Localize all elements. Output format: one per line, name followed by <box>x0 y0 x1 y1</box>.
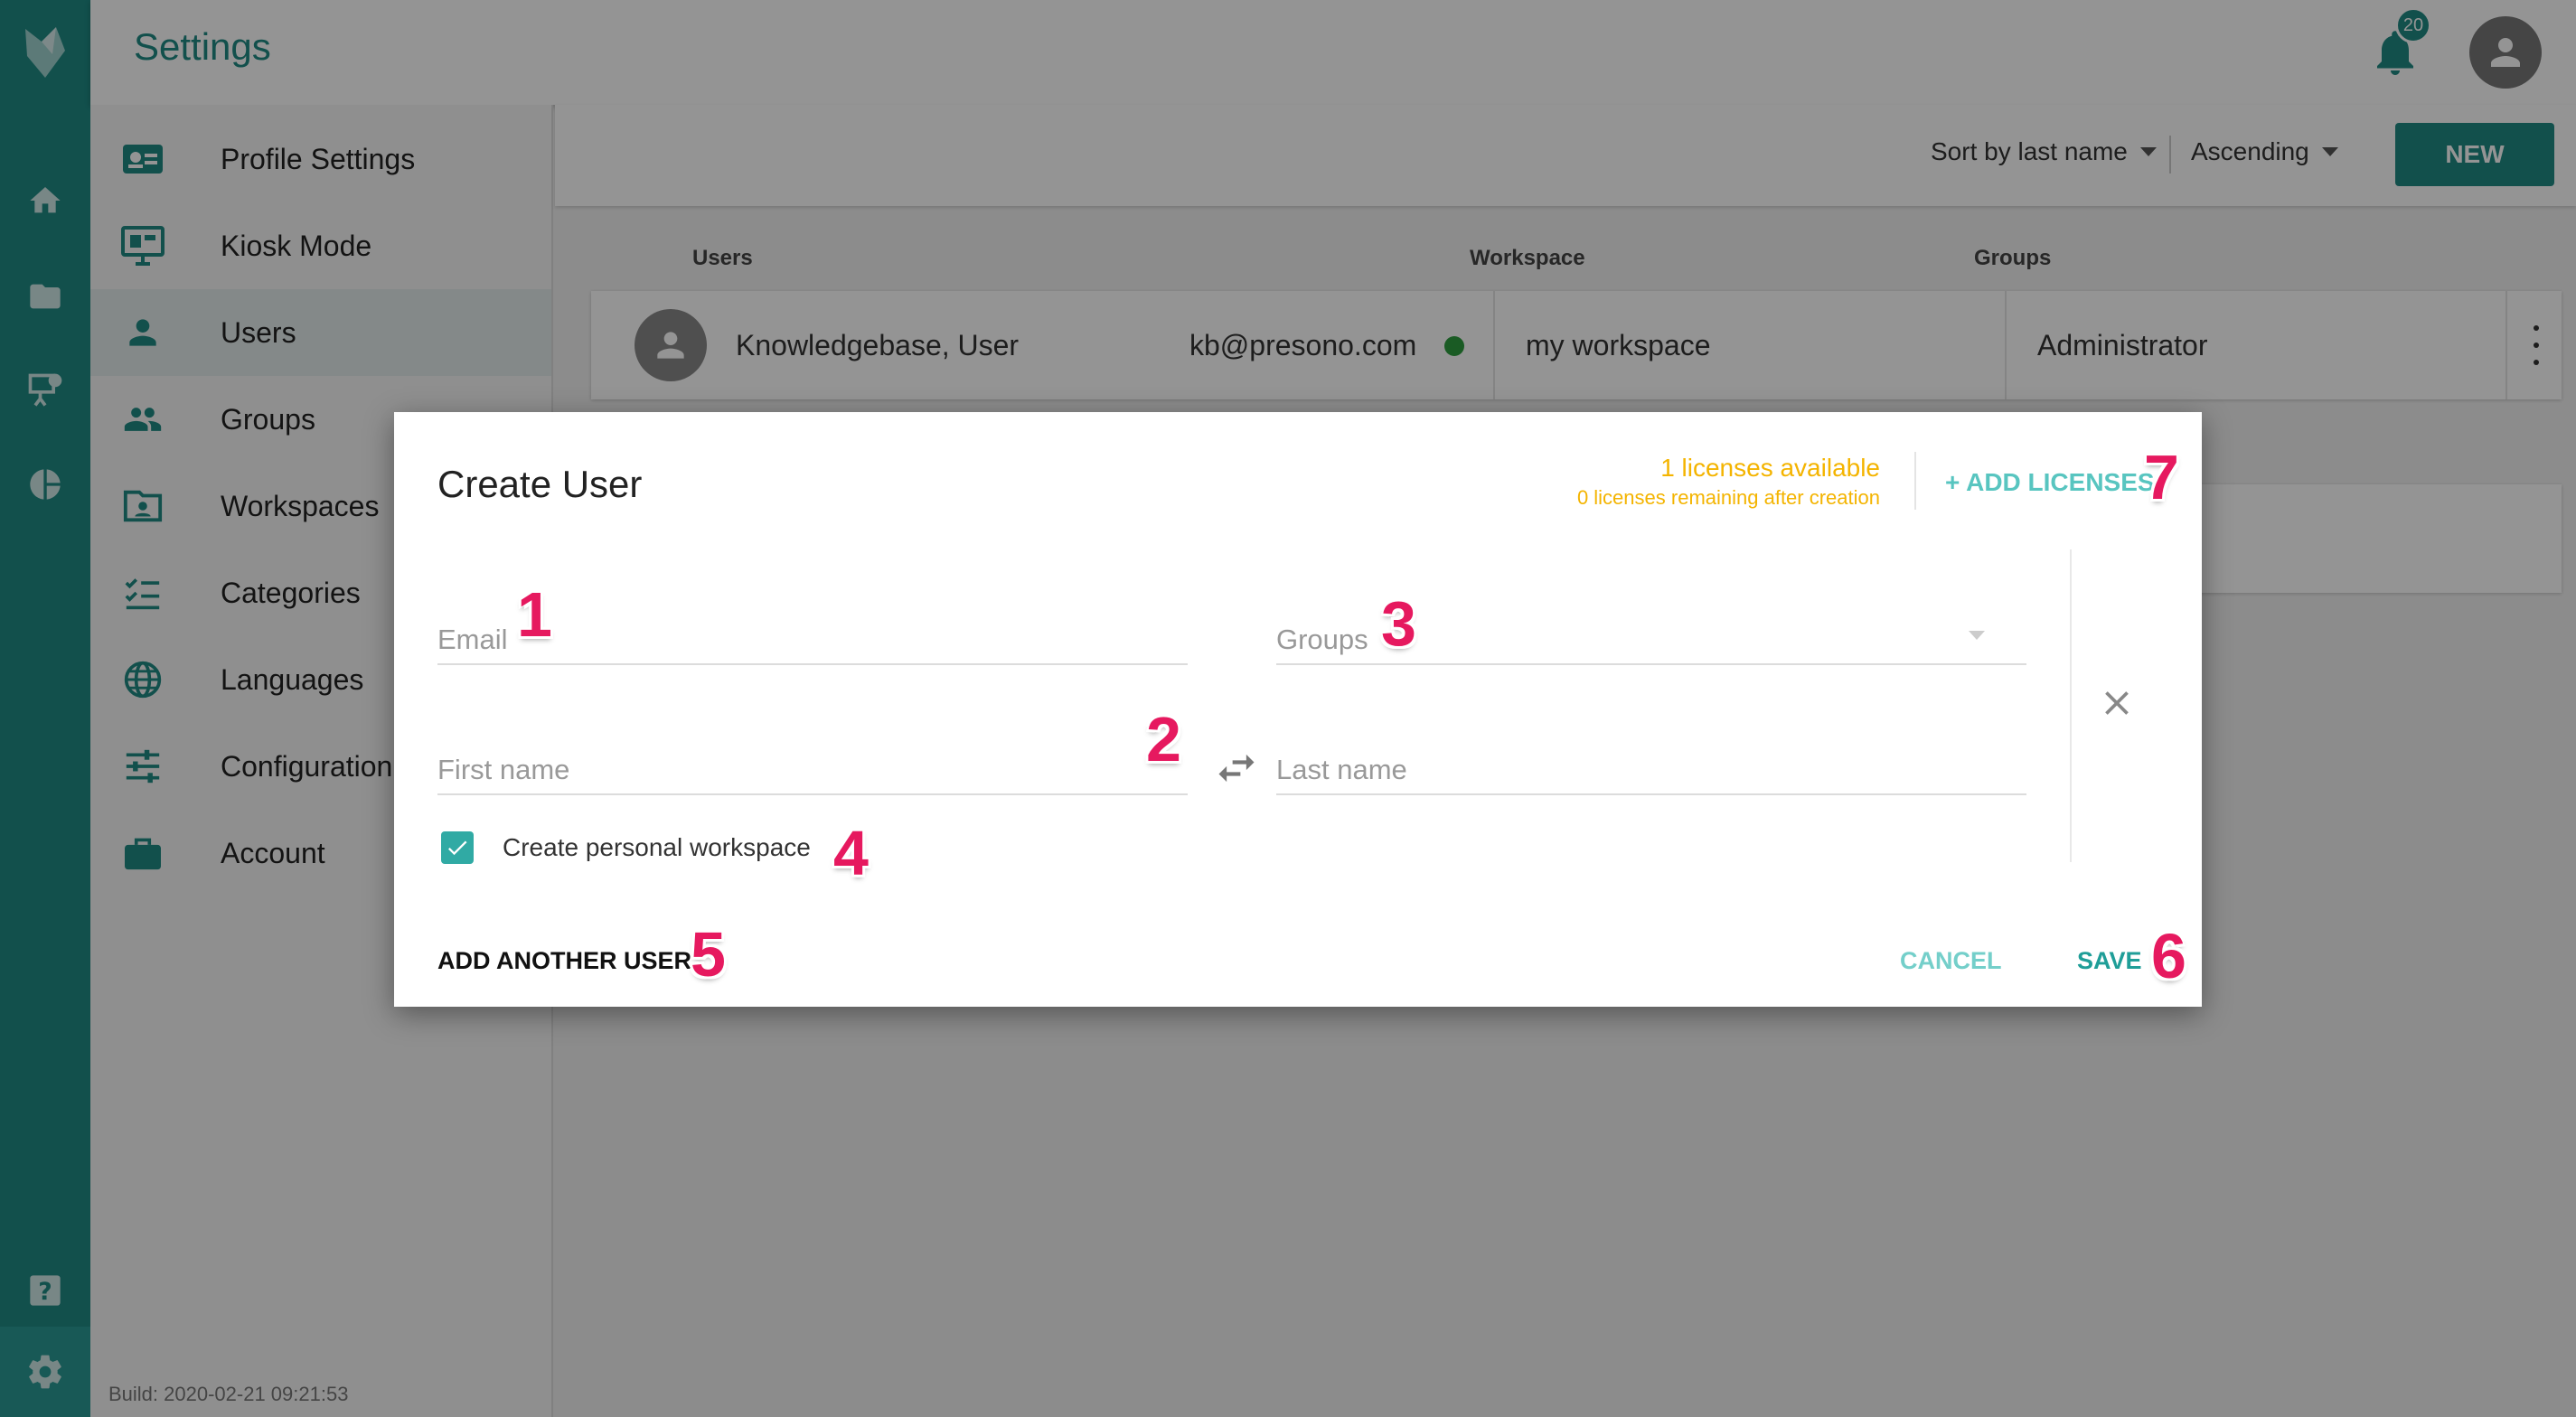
dialog-vertical-divider <box>2070 549 2072 862</box>
annotation-marker-7: 7 <box>2144 442 2179 512</box>
close-icon[interactable] <box>2097 683 2137 723</box>
licenses-remaining: 0 licenses remaining after creation <box>1576 486 1880 509</box>
personal-workspace-label[interactable]: Create personal workspace <box>503 833 811 862</box>
annotation-marker-2: 2 <box>1146 704 1181 774</box>
save-button[interactable]: SAVE <box>2077 947 2142 975</box>
last-name-field[interactable]: Last name <box>1276 732 2026 795</box>
license-divider <box>1914 452 1916 510</box>
annotation-marker-6: 6 <box>2151 921 2186 991</box>
cancel-button[interactable]: CANCEL <box>1900 947 2002 975</box>
add-licenses-button[interactable]: + ADD LICENSES <box>1945 468 2155 497</box>
chevron-down-icon <box>1969 631 1985 640</box>
create-user-dialog: Create User 1 licenses available 0 licen… <box>394 412 2202 1007</box>
annotation-marker-1: 1 <box>517 579 552 650</box>
licenses-available: 1 licenses available <box>1660 454 1880 482</box>
check-icon <box>447 840 467 856</box>
annotation-marker-4: 4 <box>833 818 869 888</box>
first-name-placeholder: First name <box>437 754 570 785</box>
last-name-placeholder: Last name <box>1276 754 1407 785</box>
personal-workspace-checkbox[interactable] <box>441 831 474 864</box>
swap-names-icon[interactable] <box>1213 745 1260 792</box>
dialog-title: Create User <box>437 463 643 505</box>
groups-placeholder: Groups <box>1276 624 1368 655</box>
add-another-user-button[interactable]: ADD ANOTHER USER <box>437 947 691 975</box>
email-placeholder: Email <box>437 624 508 655</box>
annotation-marker-5: 5 <box>691 919 726 990</box>
first-name-field[interactable]: First name <box>437 732 1188 795</box>
annotation-marker-3: 3 <box>1381 588 1416 659</box>
